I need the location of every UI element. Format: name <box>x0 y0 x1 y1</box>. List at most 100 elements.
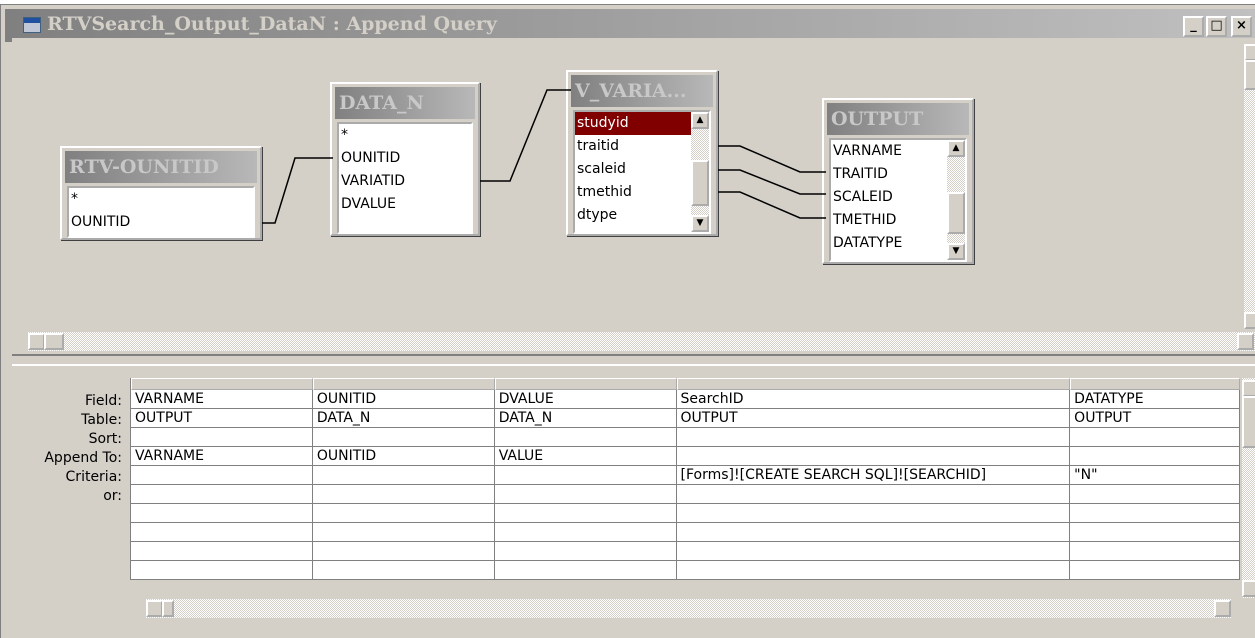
field-item[interactable]: dtype <box>575 204 709 227</box>
grid-cell[interactable] <box>1070 504 1241 523</box>
grid-cell[interactable] <box>1070 523 1241 542</box>
grid-cell[interactable] <box>494 523 677 542</box>
grid-cell[interactable] <box>494 485 677 504</box>
field-item[interactable]: OUNITID <box>69 211 253 234</box>
grid-cell[interactable]: VARNAME <box>131 390 313 409</box>
grid-cell[interactable]: OUTPUT <box>1070 409 1241 428</box>
table-box-rtv-ounitid[interactable]: RTV-OUNITID * OUNITID <box>60 146 262 240</box>
arrow-left-icon[interactable] <box>146 600 163 617</box>
grid-cell[interactable] <box>312 466 495 485</box>
field-item[interactable]: tmethid <box>575 181 709 204</box>
grid-cell[interactable] <box>676 485 1071 504</box>
arrow-right-icon[interactable] <box>1237 333 1254 350</box>
field-item[interactable]: VARIATID <box>339 170 471 193</box>
grid-cell[interactable]: DATATYPE <box>1070 390 1241 409</box>
grid-cell[interactable]: SearchID <box>676 390 1071 409</box>
grid-cell[interactable] <box>131 466 313 485</box>
grid-cell[interactable]: DVALUE <box>494 390 677 409</box>
field-item[interactable]: * <box>339 124 471 147</box>
maximize-button[interactable]: □ <box>1206 16 1227 37</box>
field-item[interactable]: OUNITID <box>339 147 471 170</box>
field-item-selected[interactable]: studyid <box>575 112 709 135</box>
arrow-down-icon[interactable] <box>1244 312 1255 329</box>
grid-cell[interactable]: DATA_N <box>494 409 677 428</box>
minimize-button[interactable]: _ <box>1183 16 1204 37</box>
table-box-v-varia[interactable]: V_VARIA... studyid traitid scaleid tmeth… <box>566 70 718 236</box>
grid-cell[interactable] <box>676 447 1071 466</box>
diagram-horizontal-scrollbar[interactable] <box>28 332 1255 351</box>
grid-cell[interactable] <box>312 561 495 580</box>
grid-cell[interactable] <box>1070 542 1241 561</box>
grid-cell[interactable] <box>312 428 495 447</box>
grid-cell[interactable] <box>131 523 313 542</box>
arrow-up-icon[interactable]: ▲ <box>947 140 965 157</box>
grid-cell[interactable] <box>494 561 677 580</box>
arrow-down-icon[interactable]: ▼ <box>947 243 965 260</box>
table-title[interactable]: OUTPUT <box>827 103 969 135</box>
field-item[interactable]: DVALUE <box>339 193 471 216</box>
grid-cell[interactable]: OUTPUT <box>676 409 1071 428</box>
grid-cell[interactable]: VALUE <box>494 447 677 466</box>
scroll-thumb[interactable] <box>1244 60 1255 90</box>
scroll-thumb[interactable] <box>162 600 174 617</box>
table-box-output[interactable]: OUTPUT VARNAME TRAITID SCALEID TMETHID D… <box>822 98 974 264</box>
grid-cell[interactable] <box>1070 428 1241 447</box>
grid-cell[interactable] <box>676 428 1071 447</box>
grid-cell[interactable] <box>676 523 1071 542</box>
column-selector[interactable] <box>1070 378 1241 390</box>
pane-splitter[interactable] <box>12 354 1255 366</box>
grid-cell[interactable] <box>676 504 1071 523</box>
arrow-up-icon[interactable] <box>1242 380 1255 397</box>
grid-cell[interactable] <box>312 542 495 561</box>
column-selector[interactable] <box>312 378 495 390</box>
grid-cell[interactable] <box>131 504 313 523</box>
field-item[interactable]: SCALEID <box>831 186 965 209</box>
table-title[interactable]: DATA_N <box>335 87 475 119</box>
grid-cell[interactable]: "N" <box>1070 466 1241 485</box>
grid-cell[interactable] <box>131 561 313 580</box>
grid-cell[interactable]: DATA_N <box>312 409 495 428</box>
grid-cell[interactable] <box>1070 447 1241 466</box>
field-item[interactable]: VARNAME <box>831 140 965 163</box>
column-selector[interactable] <box>131 378 313 390</box>
grid-cell[interactable] <box>312 485 495 504</box>
grid-cell[interactable] <box>494 504 677 523</box>
field-list[interactable]: studyid traitid scaleid tmethid dtype ▲ … <box>573 110 711 234</box>
grid-cell[interactable] <box>1070 561 1241 580</box>
grid-horizontal-scrollbar[interactable] <box>146 599 1231 618</box>
close-button[interactable]: × <box>1231 16 1252 37</box>
column-selector[interactable] <box>676 378 1071 390</box>
grid-cell[interactable] <box>312 523 495 542</box>
arrow-left-icon[interactable] <box>28 333 45 350</box>
grid-cell[interactable] <box>494 542 677 561</box>
grid-cell[interactable] <box>494 428 677 447</box>
grid-cell[interactable] <box>1070 485 1241 504</box>
grid-cell[interactable]: [Forms]![CREATE SEARCH SQL]![SEARCHID] <box>676 466 1071 485</box>
field-list-scrollbar[interactable]: ▲ ▼ <box>947 140 965 260</box>
table-title[interactable]: V_VARIA... <box>571 75 713 107</box>
grid-cell[interactable] <box>676 561 1071 580</box>
column-selector[interactable] <box>494 378 677 390</box>
scroll-thumb[interactable] <box>44 333 64 350</box>
field-list-scrollbar[interactable]: ▲ ▼ <box>691 112 709 232</box>
arrow-up-icon[interactable]: ▲ <box>691 112 709 129</box>
field-item[interactable]: DATATYPE <box>831 232 965 255</box>
table-title[interactable]: RTV-OUNITID <box>65 151 257 183</box>
scroll-thumb[interactable] <box>1242 396 1255 448</box>
grid-cell[interactable] <box>676 542 1071 561</box>
field-item[interactable]: * <box>69 188 253 211</box>
grid-cell[interactable]: VARNAME <box>131 447 313 466</box>
arrow-down-icon[interactable]: ▼ <box>691 215 709 232</box>
field-item[interactable]: traitid <box>575 135 709 158</box>
arrow-down-icon[interactable] <box>1242 580 1255 597</box>
field-list[interactable]: * OUNITID <box>67 186 255 238</box>
scroll-thumb[interactable] <box>691 160 709 206</box>
grid-cell[interactable] <box>131 542 313 561</box>
grid-cell[interactable] <box>131 428 313 447</box>
grid-cell[interactable]: OUNITID <box>312 447 495 466</box>
arrow-up-icon[interactable] <box>1244 44 1255 61</box>
field-item[interactable]: TRAITID <box>831 163 965 186</box>
grid-cell[interactable] <box>494 466 677 485</box>
field-item[interactable]: scaleid <box>575 158 709 181</box>
field-list[interactable]: VARNAME TRAITID SCALEID TMETHID DATATYPE… <box>829 138 967 262</box>
